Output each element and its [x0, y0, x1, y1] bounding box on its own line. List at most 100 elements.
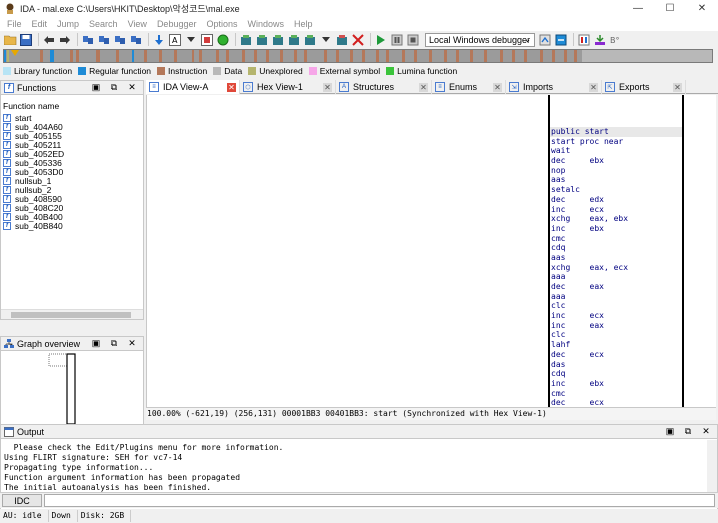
idc-command-input[interactable] [44, 494, 715, 507]
disasm-line[interactable]: aas [550, 175, 682, 185]
menu-windows[interactable]: Windows [248, 19, 285, 29]
graph-pin-icon[interactable]: ▣ [87, 338, 105, 349]
tab-ida-view-a[interactable]: ≡ IDA View-A ✕ [146, 80, 240, 94]
add-breakpoint-icon[interactable] [287, 33, 301, 47]
graph-float-icon[interactable]: ⧉ [105, 338, 123, 349]
disasm-line[interactable]: setalc [550, 185, 682, 195]
disasm-line[interactable]: aas [550, 253, 682, 263]
tab-close-icon[interactable]: ✕ [673, 82, 682, 92]
create-string-icon[interactable] [271, 33, 285, 47]
graph-overview-canvas[interactable] [1, 352, 143, 426]
attach-process-icon[interactable] [554, 33, 568, 47]
disasm-line[interactable]: aaa [550, 292, 682, 302]
menu-debugger[interactable]: Debugger [157, 19, 197, 29]
function-name-column-header[interactable]: Function name [1, 101, 143, 113]
disasm-line[interactable]: dec edx [550, 195, 682, 205]
disasm-line[interactable]: inc eax [550, 321, 682, 331]
idc-language-button[interactable]: IDC [2, 494, 42, 507]
jump-down-icon[interactable] [152, 33, 166, 47]
save-icon[interactable] [19, 33, 33, 47]
disasm-line[interactable]: cdq [550, 369, 682, 379]
function-graph-node[interactable]: public start start proc near wait dec ebx no… [548, 95, 684, 407]
run-play-icon[interactable] [374, 33, 388, 47]
forward-arrow-icon[interactable] [58, 33, 72, 47]
disasm-line[interactable]: dec eax [550, 282, 682, 292]
disasm-line[interactable]: das [550, 360, 682, 370]
tab-close-icon[interactable]: ✕ [589, 82, 598, 92]
disasm-line[interactable]: start proc near [550, 137, 682, 147]
graph-close-icon[interactable]: ✕ [123, 338, 141, 349]
panel-float-icon[interactable]: ⧉ [105, 82, 123, 93]
panel-pin-icon[interactable]: ▣ [87, 82, 105, 93]
functions-hscrollbar[interactable] [1, 309, 143, 319]
open-folder-icon[interactable] [3, 33, 17, 47]
menu-search[interactable]: Search [89, 19, 118, 29]
tab-enums[interactable]: ≡ Enums ✕ [432, 80, 506, 94]
disasm-line[interactable]: clc [550, 301, 682, 311]
disasm-line[interactable]: aaa [550, 272, 682, 282]
disasm-line[interactable]: dec ecx [550, 350, 682, 360]
patch-icon[interactable] [335, 33, 349, 47]
output-close-icon[interactable]: ✕ [697, 426, 715, 437]
tab-close-icon[interactable]: ✕ [323, 82, 332, 92]
nav-cursor-icon[interactable] [11, 50, 19, 56]
proximity-view-icon[interactable] [593, 33, 607, 47]
tab-close-icon[interactable]: ✕ [419, 82, 428, 92]
disasm-line[interactable]: inc ebx [550, 224, 682, 234]
back-arrow-icon[interactable] [42, 33, 56, 47]
disasm-line[interactable]: xchg eax, ecx [550, 263, 682, 273]
navigation-band[interactable] [3, 49, 713, 63]
tab-exports[interactable]: ⇱ Exports ✕ [602, 80, 686, 94]
tab-hex-view-1[interactable]: ⬡ Hex View-1 ✕ [240, 80, 336, 94]
tab-close-icon[interactable]: ✕ [227, 82, 236, 92]
menu-options[interactable]: Options [206, 19, 237, 29]
menu-file[interactable]: File [7, 19, 22, 29]
disasm-line[interactable]: cmc [550, 389, 682, 399]
tab-imports[interactable]: ⇲ Imports ✕ [506, 80, 602, 94]
output-pin-icon[interactable]: ▣ [661, 426, 679, 437]
menu-view[interactable]: View [128, 19, 147, 29]
menu-edit[interactable]: Edit [32, 19, 48, 29]
hex-view-toolbar-icon[interactable] [200, 33, 214, 47]
add-struct-icon[interactable] [303, 33, 317, 47]
debugger-options-icon[interactable] [538, 33, 552, 47]
debugger-select[interactable]: Local Windows debugger ⌄ [425, 32, 535, 47]
xrefs-icon[interactable]: B° [609, 33, 623, 47]
dropdown-chevron-icon[interactable] [184, 33, 198, 47]
close-window-button[interactable]: ✕ [686, 0, 718, 17]
disasm-line[interactable]: inc ecx [550, 311, 682, 321]
search-immediate-icon[interactable] [113, 33, 127, 47]
search-binary-icon[interactable] [81, 33, 95, 47]
disasm-line[interactable]: public start [550, 127, 682, 137]
ida-view-disassembly[interactable]: public start start proc near wait dec ebx no… [146, 95, 716, 407]
pause-icon[interactable] [390, 33, 404, 47]
search-text-icon[interactable] [97, 33, 111, 47]
dropdown-chevron-2-icon[interactable] [319, 33, 333, 47]
menu-help[interactable]: Help [294, 19, 313, 29]
menu-jump[interactable]: Jump [57, 19, 79, 29]
disasm-line[interactable]: clc [550, 330, 682, 340]
disasm-line[interactable]: xchg eax, ebx [550, 214, 682, 224]
disasm-line[interactable]: lahf [550, 340, 682, 350]
tab-close-icon[interactable]: ✕ [493, 82, 502, 92]
create-data-icon[interactable] [255, 33, 269, 47]
search-next-icon[interactable] [129, 33, 143, 47]
disasm-line[interactable]: nop [550, 166, 682, 176]
stop-icon[interactable] [406, 33, 420, 47]
disasm-line[interactable]: inc ecx [550, 205, 682, 215]
undefine-x-icon[interactable] [351, 33, 365, 47]
maximize-button[interactable]: ☐ [654, 0, 686, 17]
disasm-line[interactable]: inc ebx [550, 379, 682, 389]
panel-close-icon[interactable]: ✕ [123, 82, 141, 93]
disasm-line[interactable]: dec ebx [550, 156, 682, 166]
minimize-button[interactable]: — [622, 0, 654, 17]
function-list-item[interactable]: f sub_40B840 [1, 221, 143, 231]
green-circle-icon[interactable] [216, 33, 230, 47]
tab-structures[interactable]: A Structures ✕ [336, 80, 432, 94]
disasm-line[interactable]: cdq [550, 243, 682, 253]
text-view-icon[interactable]: A [168, 33, 182, 47]
disasm-line[interactable]: cmc [550, 234, 682, 244]
output-vscrollbar[interactable] [707, 440, 717, 492]
create-function-icon[interactable] [239, 33, 253, 47]
graph-view-icon[interactable] [577, 33, 591, 47]
